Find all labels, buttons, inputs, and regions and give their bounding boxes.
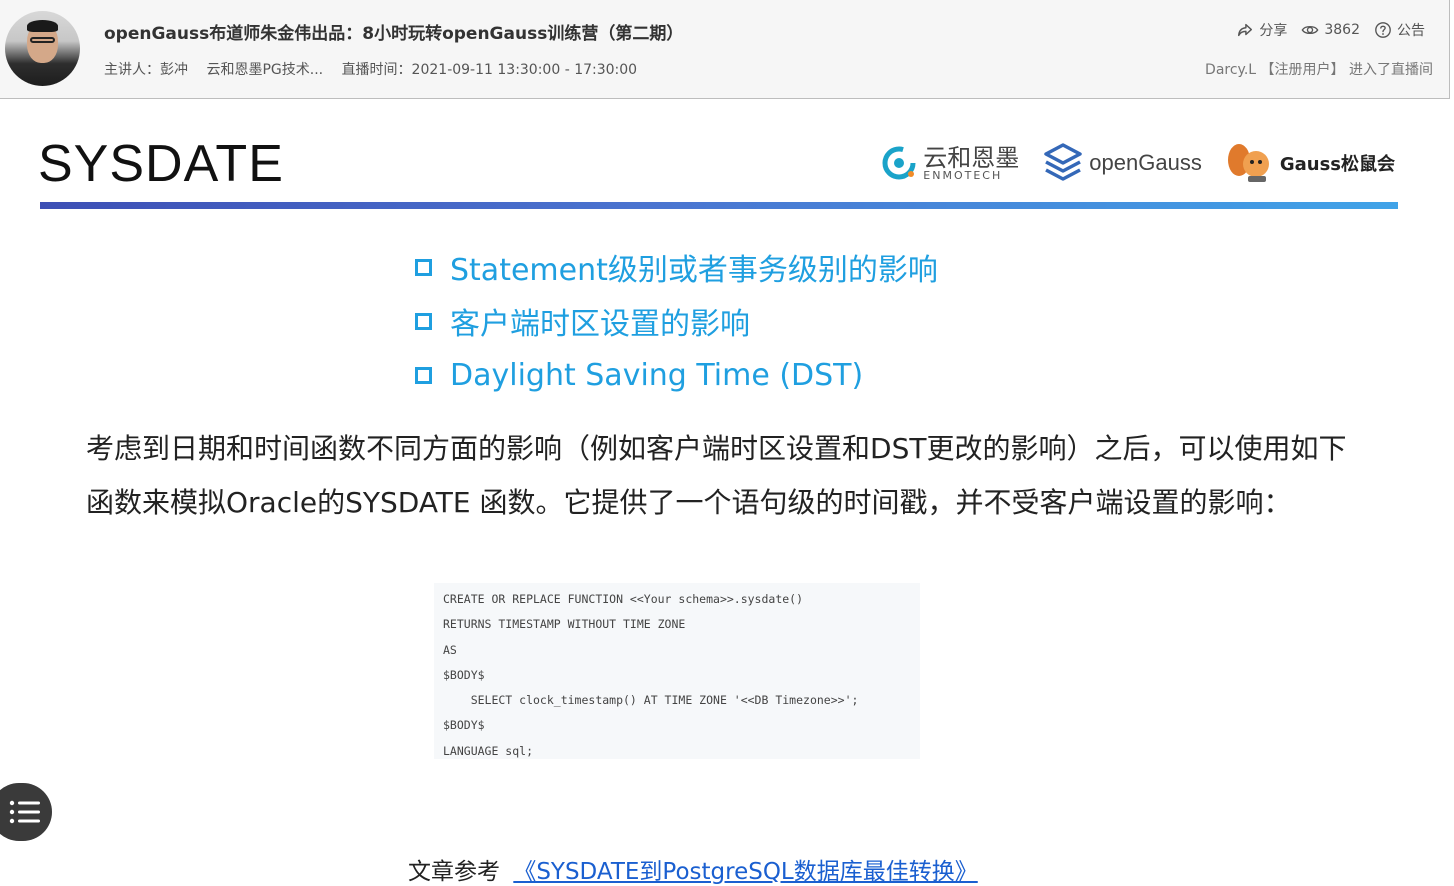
code-line: $BODY$ [443,718,485,733]
bullet-list: Statement级别或者事务级别的影响 客户端时区设置的影响 Daylight… [415,240,938,402]
code-line: RETURNS TIMESTAMP WITHOUT TIME ZONE [443,617,686,632]
gauss-club-text: Gauss松鼠会 [1279,154,1395,175]
opengauss-logo: openGauss [1043,142,1202,184]
bullet-text: Statement级别或者事务级别的影响 [450,253,938,288]
slide-title: SYSDATE [38,135,284,193]
enmotech-cn: 云和恩墨 [923,143,1020,172]
squirrel-mascot-icon [1227,144,1269,182]
live-title: openGauss布道师朱金伟出品：8小时玩转openGauss训练营（第二期） [104,24,684,44]
square-bullet-icon [415,312,432,330]
live-time: 直播时间：2021-09-11 13:30:00 - 17:30:00 [341,62,638,78]
bullet-item: Statement级别或者事务级别的影响 [415,240,938,294]
enmotech-logo: 云和恩墨 ENMOTECH [881,145,1019,181]
presenter-name: 主讲人：彭冲 [104,62,188,78]
reference-label: 文章参考 [408,859,500,885]
presenter-avatar[interactable] [5,11,80,86]
share-icon [1238,23,1253,37]
enmotech-en: ENMOTECH [923,168,1003,182]
enmotech-icon [882,146,916,180]
view-count: 3862 [1301,21,1360,39]
square-bullet-icon [415,258,432,276]
join-notification: Darcy.L 【注册用户】 进入了直播间 [1205,62,1433,78]
slide-paragraph: 考虑到日期和时间函数不同方面的影响（例如客户端时区设置和DST更改的影响）之后，… [86,432,1347,519]
live-meta: 主讲人：彭冲 云和恩墨PG技术... 直播时间：2021-09-11 13:30… [104,59,651,79]
presentation-slide: SYSDATE 云和恩墨 ENMOTECH openGauss Gauss松鼠会… [0,100,1450,886]
logo-bar: 云和恩墨 ENMOTECH openGauss Gauss松鼠会 [881,138,1395,188]
notice-label: 公告 [1397,23,1425,39]
code-line: AS [443,642,457,657]
share-button[interactable]: 分享 [1236,20,1287,40]
header-actions: 分享 3862 公告 [1236,20,1425,40]
view-count-value: 3862 [1324,22,1360,38]
list-menu-icon [9,800,40,824]
opengauss-layers-icon [1044,143,1083,181]
share-label: 分享 [1259,23,1288,39]
eye-icon [1301,25,1319,35]
code-line: $BODY$ [443,667,485,682]
bullet-text: 客户端时区设置的影响 [450,307,750,342]
code-line: SELECT clock_timestamp() AT TIME ZONE '<… [443,693,859,708]
code-block: CREATE OR REPLACE FUNCTION <<Your schema… [434,583,920,759]
avatar-glasses [30,37,55,43]
notice-button[interactable]: 公告 [1374,20,1425,40]
article-reference: 文章参考 《SYSDATE到PostgreSQL数据库最佳转换》 [408,852,978,886]
help-icon [1375,22,1391,38]
bullet-text: Daylight Saving Time (DST) [450,357,864,393]
code-line: LANGUAGE sql; [443,743,534,758]
gauss-club-logo: Gauss松鼠会 [1226,140,1395,186]
bullet-item: Daylight Saving Time (DST) [415,348,938,402]
live-header: openGauss布道师朱金伟出品：8小时玩转openGauss训练营（第二期）… [0,0,1450,99]
presenter-org[interactable]: 云和恩墨PG技术... [206,62,323,78]
bullet-item: 客户端时区设置的影响 [415,294,938,348]
code-line: CREATE OR REPLACE FUNCTION <<Your schema… [443,592,804,606]
square-bullet-icon [415,366,432,384]
avatar-hair [27,20,58,32]
slide-list-button[interactable] [0,783,52,841]
reference-link[interactable]: 《SYSDATE到PostgreSQL数据库最佳转换》 [513,859,977,885]
opengauss-text: openGauss [1089,150,1202,175]
title-divider [40,202,1398,209]
